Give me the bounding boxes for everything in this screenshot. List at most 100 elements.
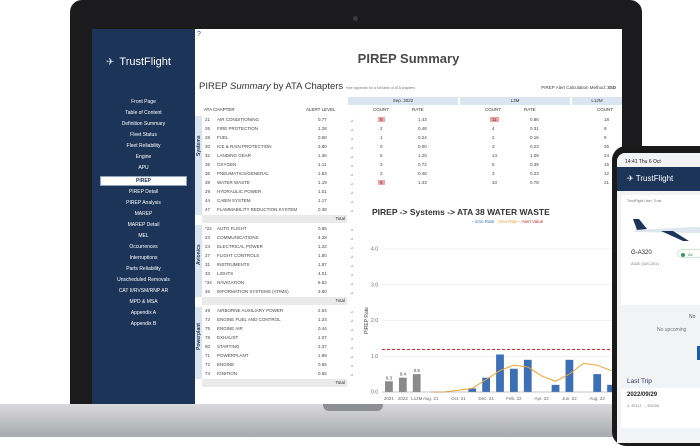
trip-date: 2022/09/29	[627, 392, 658, 398]
sparkline-icon: ⊿	[350, 354, 354, 359]
rate-cell: 0.48	[418, 126, 427, 131]
rate-cell: 0.48	[418, 171, 427, 176]
table-row[interactable]: 44 CABIN SYSTEM 1.17 ⊿	[202, 197, 622, 206]
bar	[593, 374, 602, 392]
alert-level: 1.22	[318, 244, 327, 249]
aircraft-card[interactable]: TrustFlight User, Trust G-A320 A320 (320…	[621, 195, 700, 305]
count-cell: 21	[604, 180, 610, 185]
ata-name: LIGHTS	[217, 271, 234, 276]
count-cell: 9	[604, 135, 607, 140]
ata-code: 36	[205, 171, 211, 176]
ata-name: FIRE PROTECTION	[217, 126, 259, 131]
x-tick-label: Aug. 21	[423, 396, 439, 401]
sparkline-icon: ⊿	[350, 199, 354, 204]
aircraft-status-badge: Air	[677, 249, 700, 258]
phone-logo: ✈ TrustFlight	[627, 174, 673, 183]
table-row[interactable]: 30 ICE & RAIN PROTECTION 3.80 ⊿ 0 0.00 3 0.23 26	[202, 143, 622, 152]
total-row: Total	[202, 215, 347, 223]
ata-code: 47	[205, 207, 211, 212]
report-main: PIREP Summary PIREP Summary by ATA Chapt…	[92, 29, 622, 404]
alert-calc: PIREP Alert Calculation Method: 3SD	[541, 85, 616, 90]
ata-code: 75	[205, 326, 211, 331]
rate-cell: 1.43	[418, 117, 427, 122]
count-cell: 3	[492, 144, 495, 149]
table-row[interactable]: 36 PNEUMATICS/GENERAL 1.63 ⊿ 2 0.48 3 0.23 12	[202, 170, 622, 179]
sparkline-icon: ⊿	[350, 190, 354, 195]
alert-level: 1.80	[318, 253, 327, 258]
sparkline-icon: ⊿	[350, 336, 354, 341]
ata-code: 72	[205, 362, 211, 367]
ata-name: LANDING GEAR	[217, 153, 252, 158]
y-tick-label: 3.0	[371, 282, 378, 288]
last-trip-card[interactable]: 2022/09/29 1. EGJJ → EGGB	[621, 388, 700, 428]
ata-name: POWERPLANT	[217, 353, 249, 358]
table-subtitle: PIREP Summary by ATA Chapters *see appen…	[199, 81, 415, 92]
ata-code: 46	[205, 289, 211, 294]
ata-name: HYDRAULIC POWER	[217, 189, 262, 194]
alert-level: 1.28	[318, 126, 327, 131]
alert-level: 1.07	[318, 335, 327, 340]
x-tick-label: Jun. 22	[562, 396, 577, 401]
table-row[interactable]: 32 LANDING GEAR 1.36 ⊿ 5 1.20 14 1.09 24	[202, 152, 622, 161]
x-tick-label: Aug. 22	[589, 396, 605, 401]
count-cell: 14	[492, 153, 498, 158]
alert-level: 1.89	[318, 353, 327, 358]
alert-level: 0.55	[318, 362, 327, 367]
rate-cell: 0.16	[530, 135, 539, 140]
ata-code: 78	[205, 335, 211, 340]
table-row[interactable]: 26FIRE PROTECTION1.28⊿20.4840.3190.26	[202, 125, 622, 134]
count-cell: 6	[378, 117, 385, 122]
table-row[interactable]: 35 OXYGEN 1.11 ⊿ 3 0.72 5 0.39 15	[202, 161, 622, 170]
subtitle-emphasis: Summary	[229, 81, 271, 92]
phone-logo-icon: ✈	[627, 174, 636, 183]
sparkline-icon: ⊿	[350, 127, 354, 132]
bar	[412, 374, 421, 392]
ata-name: PNEUMATICS/GENERAL	[217, 171, 269, 176]
ata-name: IGNITION	[217, 371, 237, 376]
alert-level: 0.77	[318, 117, 327, 122]
ata-name: AIRBORNE AUXILIARY POWER	[217, 308, 284, 313]
bar	[398, 377, 407, 392]
ata-code: 30	[205, 144, 211, 149]
table-row[interactable]: 28FUEL0.68⊿10.2420.1690.26	[202, 134, 622, 143]
bar-label: 0.5	[414, 368, 421, 373]
phone-notice-1: No	[689, 314, 696, 320]
ata-code: 44	[205, 198, 211, 203]
alert-level: 1.36	[318, 153, 327, 158]
bar	[496, 354, 504, 392]
alert-level: 0.55	[318, 371, 327, 376]
bar	[551, 384, 560, 392]
x-tick-label: Dec. 21	[478, 396, 494, 401]
ata-code: 73	[205, 317, 211, 322]
col-ata: ATA CHAPTER	[204, 107, 235, 112]
aircraft-type: A320 (320-201)	[631, 261, 659, 266]
rate-cell: 1.20	[418, 153, 427, 158]
ata-name: FUEL	[217, 135, 229, 140]
col-rate-1: RATE	[412, 107, 424, 112]
ata-code: 23	[205, 235, 211, 240]
sparkline-icon: ⊿	[350, 363, 354, 368]
table-row[interactable]: 29 HYDRAULIC POWER 1.01 ⊿	[202, 188, 622, 197]
table-row[interactable]: 38 WATER WASTE 1.19 ⊿ 6 1.43 10 0.78 21	[202, 179, 622, 188]
status-dot	[681, 252, 685, 257]
x-tick-label: 2022	[398, 396, 409, 401]
bar	[385, 381, 393, 392]
alert-level: 4.28	[318, 235, 327, 240]
ata-name: WATER WASTE	[217, 180, 250, 185]
alert-level: 1.63	[318, 171, 327, 176]
ata-name: ENGINE FUEL AND CONTROL	[217, 317, 281, 322]
sparkline-icon: ⊿	[350, 372, 354, 377]
ata-code: 38	[205, 180, 211, 185]
bar-label: 0.4	[400, 372, 407, 377]
period-header-3: L12M	[572, 97, 622, 105]
ata-code: 26	[205, 126, 211, 131]
sparkline-icon: ⊿	[350, 318, 354, 323]
y-tick-label: 1.0	[371, 354, 378, 360]
total-row: Total	[202, 297, 347, 305]
alert-calc-value: 3SD	[607, 85, 616, 90]
ata-code: 24	[205, 244, 211, 249]
table-row[interactable]: 21AIR CONDITIONING0.77⊿61.43110.86180.51	[202, 116, 622, 125]
rate-cell: 0.39	[530, 162, 539, 167]
page-title: PIREP Summary	[357, 51, 460, 66]
ata-code: 71	[205, 353, 211, 358]
